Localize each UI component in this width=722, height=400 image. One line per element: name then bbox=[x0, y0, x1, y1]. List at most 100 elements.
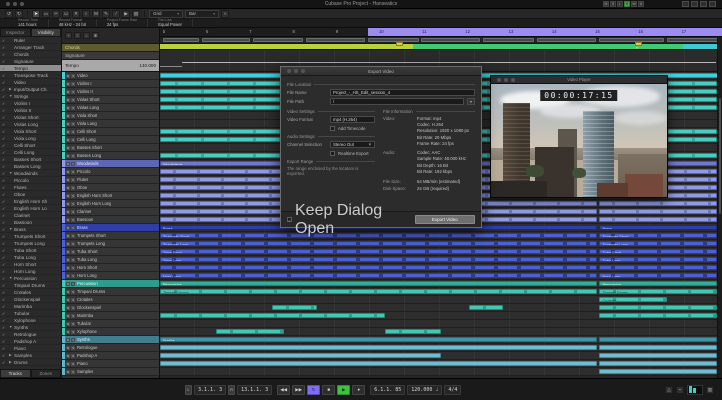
clip-synths[interactable]: Synths bbox=[160, 336, 598, 342]
visibility-item-input-output-ch-[interactable]: ✓ ▶ Input/Output Ch. bbox=[0, 86, 61, 93]
solo-button[interactable]: S bbox=[71, 97, 75, 102]
left-locator-display[interactable]: 3.1.1. 3 bbox=[194, 384, 227, 395]
time-signature-display[interactable]: 4/4 bbox=[444, 384, 462, 395]
clip-samples[interactable] bbox=[599, 368, 718, 374]
automation-letter-button-a[interactable]: A bbox=[638, 1, 644, 7]
arranger-event[interactable] bbox=[202, 38, 250, 42]
track-lane-tuba-long[interactable]: Tuba Long Tuba Long bbox=[160, 256, 722, 264]
clip-trumpets-short[interactable]: Trumpets Short bbox=[599, 232, 718, 238]
mute-button[interactable]: M bbox=[66, 113, 70, 118]
track-header-crotales[interactable]: M S Crotales bbox=[62, 296, 159, 304]
mute-button[interactable]: M bbox=[66, 105, 70, 110]
realtime-export-checkbox[interactable] bbox=[330, 151, 335, 156]
snap-type-select[interactable]: Grid ▾ bbox=[149, 9, 183, 18]
mute-button[interactable]: M bbox=[66, 121, 70, 126]
visibility-item-arranger-track[interactable]: ✓ Arranger Track bbox=[0, 44, 61, 51]
clip-timpani-drums[interactable]: Timpani Drums bbox=[160, 288, 598, 294]
solo-button[interactable]: S bbox=[71, 225, 75, 230]
track-lane-horn-short[interactable] bbox=[160, 264, 722, 272]
visibility-item-marimba[interactable]: ✓ Marimba bbox=[0, 303, 61, 310]
track-header-violas-long[interactable]: M S Violas Long bbox=[62, 104, 159, 112]
visibility-item-violins-ii[interactable]: ✓ Violins II bbox=[0, 107, 61, 114]
solo-button[interactable]: S bbox=[71, 265, 75, 270]
erase-tool-icon[interactable]: ✕ bbox=[72, 9, 80, 18]
stop-button[interactable]: ■ bbox=[322, 384, 336, 395]
track-header-basses-short[interactable]: M S Basses Short bbox=[62, 144, 159, 152]
track-lane-glockenspiel[interactable] bbox=[160, 304, 722, 312]
track-search-icon[interactable]: ○ bbox=[83, 32, 90, 39]
clip-glockenspiel[interactable] bbox=[272, 304, 318, 310]
visibility-item-celli-long[interactable]: ✓ Celli Long bbox=[0, 149, 61, 156]
track-header-glockenspiel[interactable]: M S Glockenspiel bbox=[62, 304, 159, 312]
solo-button[interactable]: S bbox=[71, 177, 75, 182]
track-header-piccolo[interactable]: M S Piccolo bbox=[62, 168, 159, 176]
visibility-item-woodwinds[interactable]: ✓ ▼ Woodwinds bbox=[0, 170, 61, 177]
clip-xylophone[interactable] bbox=[216, 328, 284, 334]
track-lane-crotales[interactable]: Crotales bbox=[160, 296, 722, 304]
mute-button[interactable]: M bbox=[66, 81, 70, 86]
visibility-item-synths[interactable]: ✓ ▼ Synths bbox=[0, 324, 61, 331]
solo-button[interactable]: S bbox=[71, 345, 75, 350]
pointer-tool-icon[interactable]: ➤ bbox=[32, 9, 40, 18]
keep-dialog-open-checkbox[interactable]: ✓ bbox=[287, 217, 292, 223]
solo-button[interactable]: S bbox=[71, 329, 75, 334]
solo-button[interactable]: S bbox=[71, 137, 75, 142]
solo-button[interactable]: S bbox=[71, 289, 75, 294]
mute-button[interactable]: M bbox=[66, 353, 70, 358]
timeline-ruler[interactable]: 5 6 7 8 9 10 11 12 13 14 15 16 17 bbox=[160, 28, 722, 37]
visibility-item-violas-long[interactable]: ✓ Violas Long bbox=[0, 121, 61, 128]
track-header-clarinet[interactable]: M S Clarinet bbox=[62, 208, 159, 216]
track-settings-gear-icon[interactable]: ✱ bbox=[92, 32, 99, 39]
track-header-violins-i[interactable]: M S Violins I bbox=[62, 80, 159, 88]
record-button[interactable]: ● bbox=[352, 384, 366, 395]
workspace-button-4[interactable] bbox=[709, 1, 716, 7]
solo-button[interactable]: S bbox=[71, 241, 75, 246]
track-header-piano[interactable]: M S Piano bbox=[62, 360, 159, 368]
track-lane-trumpets-short[interactable]: Trumpets Short Trumpets Short bbox=[160, 232, 722, 240]
range-tool-icon[interactable]: ▭ bbox=[42, 9, 50, 18]
solo-button[interactable]: S bbox=[71, 201, 75, 206]
visibility-item-tuba-short[interactable]: ✓ Tuba Short bbox=[0, 247, 61, 254]
play-tool-icon[interactable]: ▶ bbox=[122, 9, 130, 18]
clip-horn-long[interactable]: Horn Long bbox=[599, 272, 718, 278]
mute-button[interactable]: M bbox=[66, 137, 70, 142]
track-header-basses-long[interactable]: M S Basses Long bbox=[62, 152, 159, 160]
mute-button[interactable]: M bbox=[66, 97, 70, 102]
track-header-celli-short[interactable]: M S Celli Short bbox=[62, 128, 159, 136]
undo-icon[interactable]: ↺ bbox=[5, 9, 13, 18]
visibility-item-basses-long[interactable]: ✓ Basses Long bbox=[0, 163, 61, 170]
position-display[interactable]: 6.1.1. 85 bbox=[370, 384, 406, 395]
arranger-event[interactable] bbox=[306, 38, 366, 42]
clip-horn-short[interactable] bbox=[599, 264, 718, 270]
mute-button[interactable]: M bbox=[66, 265, 70, 270]
mute-button[interactable]: M bbox=[66, 145, 70, 150]
color-tool-icon[interactable]: ▧ bbox=[132, 9, 140, 18]
track-filter-icon[interactable]: ≡ bbox=[74, 32, 81, 39]
clip-bassoon[interactable] bbox=[599, 216, 718, 222]
mute-button[interactable]: M bbox=[66, 225, 70, 230]
visibility-item-padshop-a[interactable]: ✓ Padshop A bbox=[0, 338, 61, 345]
track-header-english-horn-long[interactable]: M S English Horn Long bbox=[62, 200, 159, 208]
solo-button[interactable]: S bbox=[71, 81, 75, 86]
forward-button[interactable]: ▶▶ bbox=[292, 384, 306, 395]
grid-type-select[interactable]: Bar ▾ bbox=[185, 9, 219, 18]
arranger-event[interactable] bbox=[666, 38, 718, 42]
cycle-button[interactable]: ↻ bbox=[307, 384, 321, 395]
video-player-titlebar[interactable]: Video Player bbox=[491, 76, 667, 84]
dialog-titlebar[interactable]: Export Video bbox=[281, 67, 481, 76]
solo-button[interactable]: S bbox=[71, 105, 75, 110]
clip-clarinet[interactable] bbox=[599, 208, 718, 214]
arranger-event[interactable] bbox=[536, 38, 596, 42]
solo-button[interactable]: S bbox=[71, 209, 75, 214]
tempo-display[interactable]: 120.000 ♩ bbox=[407, 384, 443, 395]
track-lane-tubular[interactable] bbox=[160, 320, 722, 328]
glue-tool-icon[interactable]: ⊔ bbox=[62, 9, 70, 18]
clip-english-horn-long[interactable] bbox=[599, 200, 718, 206]
track-lane-timpani-drums[interactable]: Timpani Drums Timpani Drums bbox=[160, 288, 722, 296]
video-format-field[interactable]: mp4 (H.264) bbox=[330, 116, 375, 123]
clip-tuba-long[interactable]: Tuba Long bbox=[599, 256, 718, 262]
visibility-item-video[interactable]: ✓ Video bbox=[0, 79, 61, 86]
visibility-item-viola-short[interactable]: ✓ Viola Short bbox=[0, 128, 61, 135]
tempo-track-header[interactable]: Tempo 140.000 bbox=[62, 60, 159, 72]
track-lane-samples[interactable] bbox=[160, 368, 722, 376]
